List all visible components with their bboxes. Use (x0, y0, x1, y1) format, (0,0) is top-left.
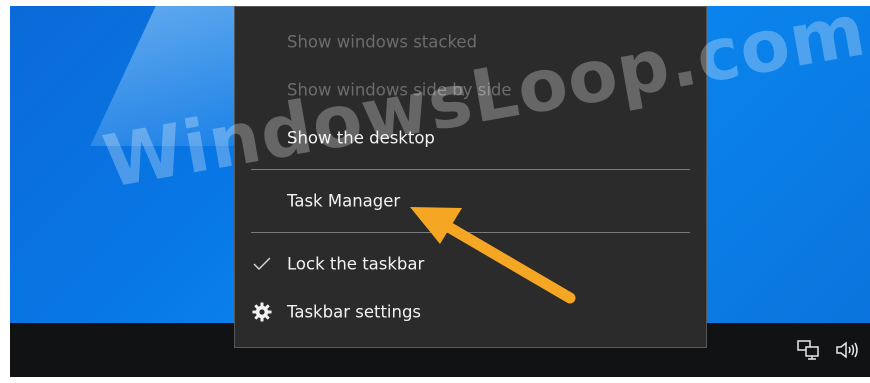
menu-separator (251, 232, 690, 233)
menu-item-label: Taskbar settings (287, 302, 422, 322)
menu-item-task-manager[interactable]: Task Manager (235, 184, 706, 218)
menu-item-label: Show windows side by side (287, 80, 512, 100)
checkmark-icon (252, 254, 272, 274)
menu-item-label: Show windows stacked (287, 32, 478, 52)
menu-item-label: Lock the taskbar (287, 254, 425, 274)
menu-item-lock-taskbar[interactable]: Lock the taskbar (235, 247, 706, 281)
menu-item-show-desktop[interactable]: Show the desktop (235, 121, 706, 155)
menu-item-label: Task Manager (287, 191, 401, 211)
menu-item-show-windows-stacked[interactable]: Show windows stacked (235, 25, 706, 59)
menu-separator (251, 169, 690, 170)
network-icon[interactable] (796, 339, 820, 361)
menu-item-label: Show the desktop (287, 128, 435, 148)
taskbar-context-menu: Show windows stacked Show windows side b… (234, 6, 707, 348)
volume-icon[interactable] (834, 339, 860, 361)
menu-item-show-windows-side-by-side[interactable]: Show windows side by side (235, 73, 706, 107)
system-tray (796, 323, 860, 377)
menu-item-taskbar-settings[interactable]: Taskbar settings (235, 295, 706, 329)
gear-icon (252, 302, 272, 322)
